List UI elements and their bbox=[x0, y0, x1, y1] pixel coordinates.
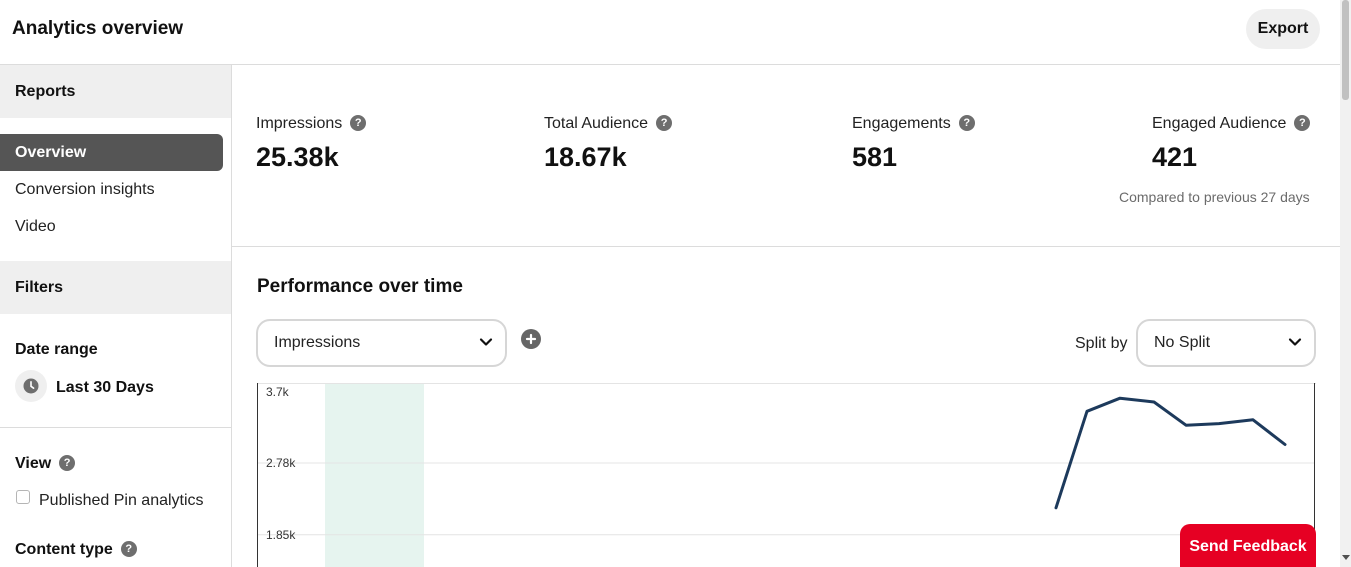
content-type-label-text: Content type bbox=[15, 541, 113, 558]
send-feedback-button[interactable]: Send Feedback bbox=[1180, 524, 1316, 567]
metric-label: Impressions? bbox=[256, 114, 367, 133]
metric-engaged-audience: Engaged Audience? 421 bbox=[1152, 114, 1311, 173]
split-select[interactable]: No Split bbox=[1136, 319, 1316, 367]
view-label: View? bbox=[15, 454, 76, 473]
date-range-label: Date range bbox=[15, 341, 98, 358]
sidebar-item-overview[interactable]: Overview bbox=[0, 134, 223, 171]
clock-icon[interactable] bbox=[15, 370, 47, 402]
performance-title: Performance over time bbox=[257, 276, 463, 297]
published-pin-label[interactable]: Published Pin analytics bbox=[39, 492, 204, 510]
y-tick-label: 2.78k bbox=[266, 456, 296, 470]
help-icon[interactable]: ? bbox=[120, 540, 137, 557]
y-tick-label: 3.7k bbox=[266, 385, 290, 399]
metric-label-text: Engagements bbox=[852, 115, 951, 132]
page-title: Analytics overview bbox=[12, 18, 184, 39]
metric-value: 581 bbox=[852, 142, 898, 172]
metric-label-text: Engaged Audience bbox=[1152, 115, 1287, 132]
split-by-label: Split by bbox=[1075, 335, 1128, 352]
content-type-label: Content type? bbox=[15, 540, 137, 559]
help-icon[interactable]: ? bbox=[958, 114, 975, 131]
export-button[interactable]: Export bbox=[1246, 9, 1320, 49]
y-tick-label: 1.85k bbox=[266, 528, 296, 542]
performance-chart: 3.7k 2.78k 1.85k bbox=[257, 383, 1316, 567]
help-icon[interactable]: ? bbox=[1294, 114, 1311, 131]
metric-select-value: Impressions bbox=[274, 334, 361, 351]
help-icon[interactable]: ? bbox=[656, 114, 673, 131]
section-divider bbox=[232, 246, 1340, 247]
help-icon[interactable]: ? bbox=[350, 114, 367, 131]
metric-label: Total Audience? bbox=[544, 114, 673, 133]
metric-impressions: Impressions? 25.38k bbox=[256, 114, 367, 173]
scroll-down-arrow-icon[interactable] bbox=[1342, 555, 1350, 560]
chevron-down-icon bbox=[479, 338, 493, 346]
chart-highlight-band bbox=[325, 384, 424, 567]
metric-label-text: Total Audience bbox=[544, 115, 649, 132]
scrollbar[interactable] bbox=[1340, 0, 1351, 567]
series-line-impressions bbox=[1054, 396, 1287, 510]
date-range-value[interactable]: Last 30 Days bbox=[56, 379, 154, 397]
metric-label: Engaged Audience? bbox=[1152, 114, 1311, 133]
metric-value: 421 bbox=[1152, 142, 1198, 172]
split-select-value: No Split bbox=[1154, 334, 1211, 351]
sidebar-item-conversion-insights[interactable]: Conversion insights bbox=[15, 181, 155, 199]
help-icon[interactable]: ? bbox=[59, 454, 76, 471]
top-bar: Analytics overview Export bbox=[0, 0, 1340, 65]
sidebar-divider bbox=[0, 427, 231, 428]
filters-heading: Filters bbox=[0, 261, 231, 314]
metric-total-audience: Total Audience? 18.67k bbox=[544, 114, 673, 173]
sidebar-item-video[interactable]: Video bbox=[15, 218, 56, 236]
metric-engagements: Engagements? 581 bbox=[852, 114, 975, 173]
metric-value: 18.67k bbox=[544, 142, 627, 172]
metric-value: 25.38k bbox=[256, 142, 339, 172]
published-pin-checkbox[interactable] bbox=[16, 490, 30, 504]
compare-note: Compared to previous 27 days bbox=[1119, 189, 1310, 205]
scrollbar-thumb[interactable] bbox=[1342, 0, 1349, 100]
metric-label: Engagements? bbox=[852, 114, 975, 133]
add-metric-icon[interactable] bbox=[521, 329, 541, 349]
metric-select[interactable]: Impressions bbox=[256, 319, 507, 367]
view-label-text: View bbox=[15, 455, 52, 472]
sidebar: Reports Overview Conversion insights Vid… bbox=[0, 65, 232, 567]
metric-label-text: Impressions bbox=[256, 115, 343, 132]
chevron-down-icon bbox=[1288, 338, 1302, 346]
reports-heading: Reports bbox=[0, 65, 231, 118]
